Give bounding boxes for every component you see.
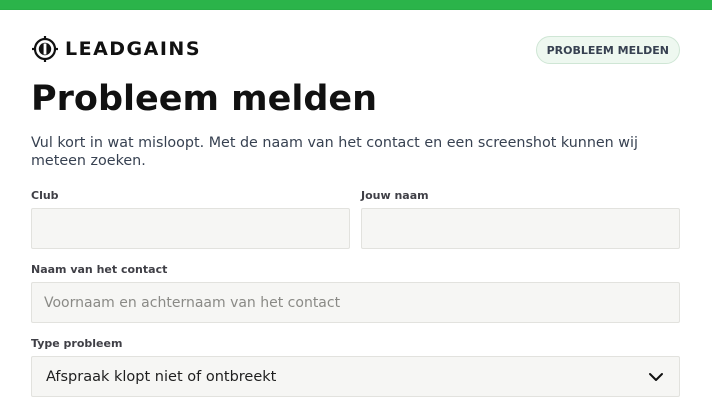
report-problem-button[interactable]: PROBLEEM MELDEN [535, 36, 680, 64]
problem-type-select[interactable]: Afspraak klopt niet of ontbreekt [31, 356, 680, 397]
page-subtitle: Vul kort in wat misloopt. Met de naam va… [31, 135, 638, 169]
club-input[interactable] [31, 208, 350, 249]
chevron-down-icon [649, 372, 663, 381]
brand-logo: LEADGAINS [31, 35, 201, 63]
top-accent-bar [0, 0, 712, 10]
contact-name-label: Naam van het contact [31, 263, 168, 276]
leadgains-logo-icon [32, 36, 58, 62]
your-name-label: Jouw naam [361, 189, 429, 202]
brand-name: LEADGAINS [65, 38, 202, 60]
page-title: Probleem melden [31, 79, 378, 119]
problem-type-value: Afspraak klopt niet of ontbreekt [46, 368, 277, 385]
club-label: Club [31, 189, 59, 202]
contact-name-input[interactable] [31, 282, 680, 323]
problem-type-label: Type probleem [31, 337, 123, 350]
your-name-input[interactable] [361, 208, 680, 249]
